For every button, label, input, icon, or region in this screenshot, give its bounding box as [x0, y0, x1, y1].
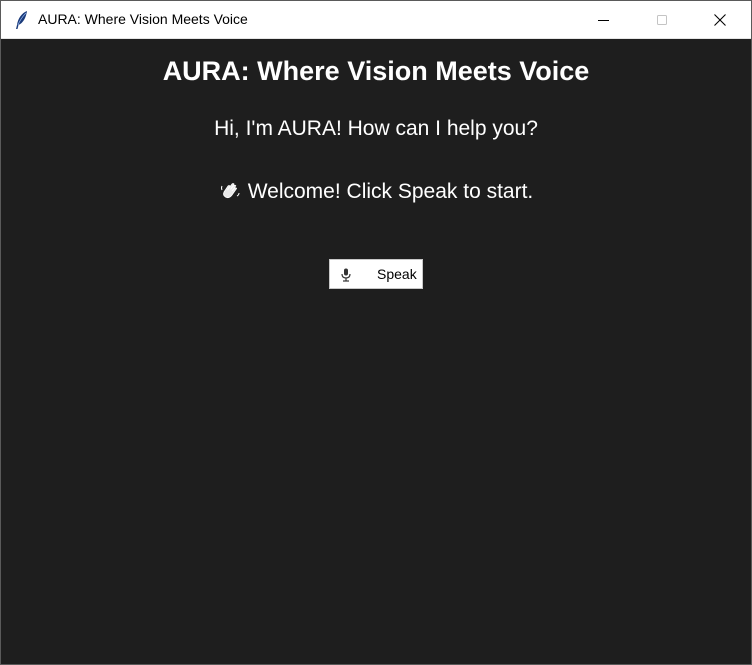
- close-button[interactable]: [691, 1, 749, 39]
- minimize-icon: [598, 20, 609, 21]
- window-title: AURA: Where Vision Meets Voice: [38, 11, 248, 27]
- speak-button[interactable]: Speak: [329, 259, 423, 289]
- greeting-text: Hi, I'm AURA! How can I help you?: [214, 117, 538, 140]
- waving-hand-icon: [220, 183, 240, 199]
- title-bar[interactable]: AURA: Where Vision Meets Voice: [1, 1, 751, 39]
- speak-button-label: Speak: [377, 266, 417, 282]
- app-window: AURA: Where Vision Meets Voice AURA: Whe…: [0, 0, 752, 665]
- status-text: Welcome! Click Speak to start.: [247, 180, 534, 203]
- microphone-icon: [341, 268, 351, 282]
- feather-icon: [16, 11, 27, 29]
- maximize-button[interactable]: [633, 1, 691, 39]
- close-icon: [714, 14, 726, 26]
- status-message: Welcome! Click Speak to start.: [1, 180, 751, 204]
- page-title: AURA: Where Vision Meets Voice: [162, 56, 590, 86]
- maximize-icon: [657, 15, 667, 25]
- minimize-button[interactable]: [575, 1, 633, 39]
- main-content: AURA: Where Vision Meets Voice Hi, I'm A…: [1, 39, 751, 664]
